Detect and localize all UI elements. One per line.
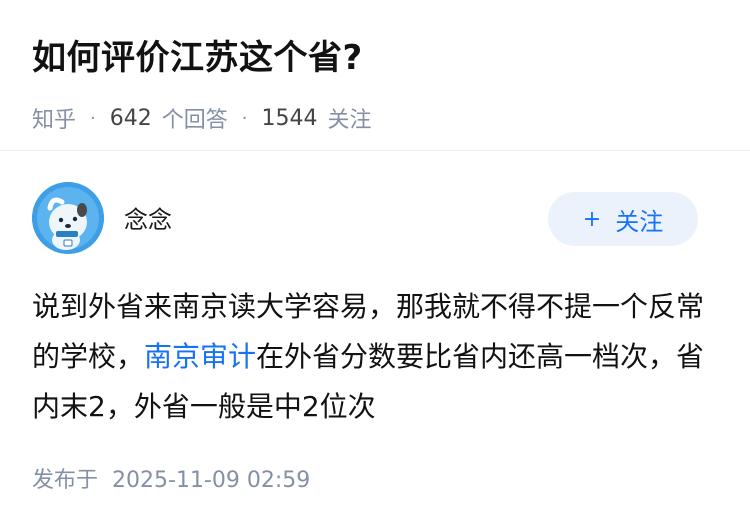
author-name[interactable]: 念念: [124, 200, 172, 235]
answer-link[interactable]: 南京审计: [144, 340, 256, 373]
publish-time: 发布于 2025-11-09 02:59: [32, 462, 310, 494]
follow-label: 关注: [615, 207, 664, 236]
avatar[interactable]: [32, 182, 104, 254]
publish-label: 发布于: [32, 468, 99, 493]
separator-dot: ·: [241, 107, 248, 129]
avatar-image: [32, 182, 104, 254]
question-title[interactable]: 如何评价江苏这个省?: [32, 28, 718, 88]
publish-timestamp: 2025-11-09 02:59: [112, 468, 311, 493]
divider: [0, 150, 750, 151]
separator-dot: ·: [90, 107, 96, 129]
answer-count: 642: [109, 105, 152, 131]
answer-count-label[interactable]: 个回答: [162, 102, 228, 134]
question-meta: 知乎 · 642 个回答 · 1544 关注: [32, 102, 718, 134]
author-row: 念念 + 关注: [32, 182, 698, 254]
question-header: 如何评价江苏这个省? 知乎 · 642 个回答 · 1544 关注: [32, 28, 718, 134]
plus-icon: +: [582, 206, 602, 232]
answer-content: 说到外省来南京读大学容易，那我就不得不提一个反常的学校，南京审计在外省分数要比省…: [32, 282, 710, 432]
follow-button[interactable]: + 关注: [548, 192, 698, 246]
site-name[interactable]: 知乎: [32, 102, 76, 134]
follower-count-label[interactable]: 关注: [328, 102, 372, 134]
follower-count: 1544: [261, 105, 318, 131]
